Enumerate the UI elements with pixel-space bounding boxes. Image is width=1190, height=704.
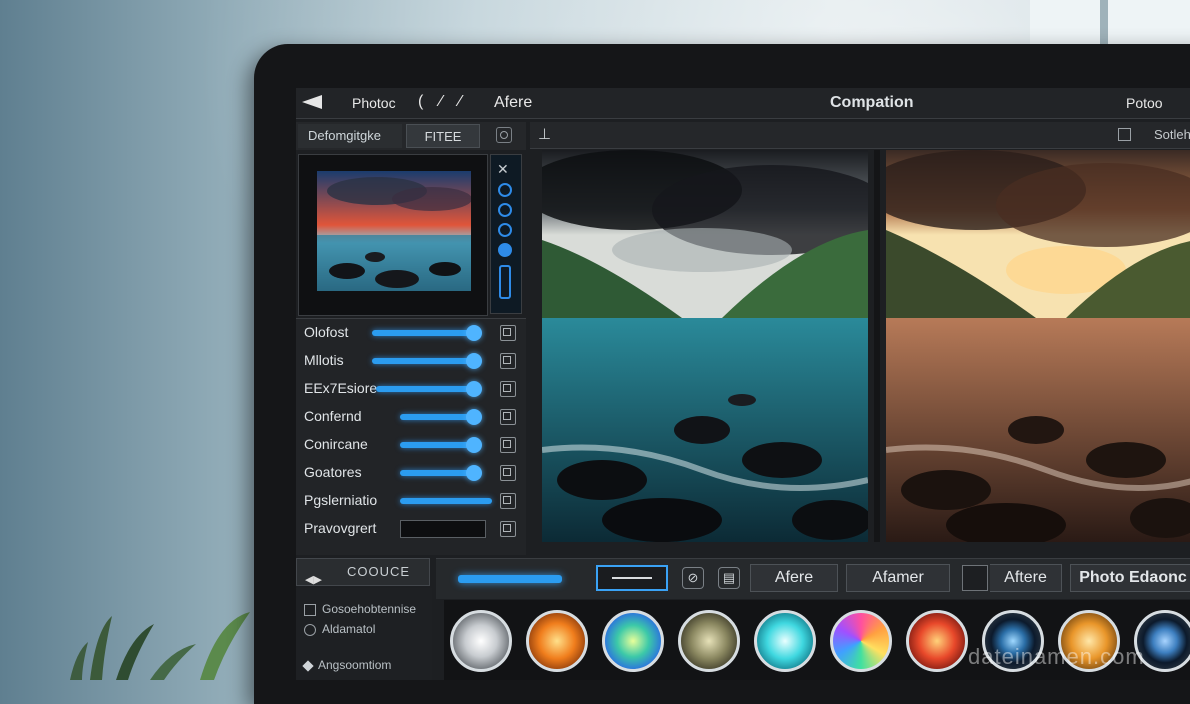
adjustment-options-icon[interactable]: [500, 381, 516, 397]
adjustment-options-icon[interactable]: [500, 521, 516, 537]
circle-tool-icon[interactable]: [498, 203, 512, 217]
top-menu-bar: Photoc ( ⁄ ⁄ Afere Compation Potoo: [296, 88, 1190, 119]
canvas-header: ⊥ Sotleh: [530, 122, 1190, 149]
menu-right[interactable]: Potoo: [1126, 95, 1163, 111]
vertical-slider-icon[interactable]: [499, 265, 511, 299]
preview-thumbnail: [317, 171, 471, 291]
adjustment-slider-track[interactable]: [372, 330, 474, 336]
settings-icon[interactable]: [496, 127, 512, 143]
info-icon: [304, 623, 316, 636]
pin-icon[interactable]: ⊥: [538, 125, 551, 143]
adjustment-row: Mllotis: [296, 347, 526, 375]
circle-tool-icon[interactable]: [498, 183, 512, 197]
adjustment-options-icon[interactable]: [500, 353, 516, 369]
vertical-tool-strip: ✕: [490, 154, 522, 314]
plant-leaves: [70, 612, 250, 680]
menu-tools-icons[interactable]: ( ⁄ ⁄: [418, 93, 468, 111]
adjustment-label: Pgslerniatio: [304, 492, 378, 508]
afamer-button[interactable]: Afamer: [846, 564, 950, 592]
adjustment-slider-knob[interactable]: [466, 409, 482, 425]
brush-icon: [302, 660, 314, 672]
shield-icon: [304, 603, 316, 616]
canvas-header-label[interactable]: Sotleh: [1154, 127, 1190, 142]
adjustment-slider-track[interactable]: [400, 498, 492, 504]
checkbox[interactable]: [1118, 128, 1131, 141]
before-image: [542, 150, 868, 542]
list-item-label: Aldamatol: [322, 622, 376, 636]
toolbar-checkbox[interactable]: [962, 565, 988, 591]
adjustment-row: EEx7Esiore: [296, 375, 526, 403]
adjustments-panel: Olofost Mllotis EEx7Esiore Confernd Coni…: [296, 318, 526, 555]
adjustment-input-field[interactable]: [400, 520, 486, 538]
adjustment-row: Olofost: [296, 319, 526, 347]
adjustment-options-icon[interactable]: [500, 437, 516, 453]
adjustment-label: EEx7Esiore: [304, 380, 378, 396]
window-title: Compation: [830, 94, 914, 111]
adjustment-row: Pgslerniatio: [296, 487, 526, 515]
adjustment-slider-track[interactable]: [376, 386, 474, 392]
tab-filter[interactable]: FITEE: [406, 124, 480, 148]
adjustment-slider-knob[interactable]: [466, 465, 482, 481]
bottom-toolbar: ⊘ ▤ Afere Afamer Aftere Photo Edaonc: [436, 558, 1190, 599]
adjustment-slider-track[interactable]: [372, 358, 474, 364]
adjustment-label: Confernd: [304, 408, 362, 424]
list-item[interactable]: Angsoomtiom: [302, 658, 392, 672]
menu-after[interactable]: Afere: [494, 94, 532, 112]
back-arrow-icon[interactable]: [302, 95, 322, 109]
photo-editor-app: Photoc ( ⁄ ⁄ Afere Compation Potoo Defom…: [296, 88, 1190, 680]
adjustment-options-icon[interactable]: [500, 493, 516, 509]
adjustment-label: Olofost: [304, 324, 349, 340]
adjustment-options-icon[interactable]: [500, 409, 516, 425]
adjustment-slider-track[interactable]: [400, 470, 474, 476]
navigator-preview: [298, 154, 488, 316]
adjustment-label: Goatores: [304, 464, 362, 480]
adjustment-slider-knob[interactable]: [466, 353, 482, 369]
aftere-button[interactable]: Aftere: [990, 564, 1062, 592]
crossed-tool-icon[interactable]: ✕: [497, 161, 509, 178]
adjustment-row: Goatores: [296, 459, 526, 487]
preset-swatch[interactable]: [526, 610, 588, 672]
menu-photo[interactable]: Photoc: [352, 95, 396, 111]
preset-swatch[interactable]: [678, 610, 740, 672]
adjustment-slider-knob[interactable]: [466, 437, 482, 453]
adjustment-options-icon[interactable]: [500, 325, 516, 341]
adjustment-slider-track[interactable]: [400, 442, 474, 448]
adjustment-label: Pravovgrert: [304, 520, 377, 536]
adjustment-slider-knob[interactable]: [466, 325, 482, 341]
adjustment-row: Pravovgrert: [296, 515, 526, 543]
split-divider[interactable]: [874, 150, 880, 542]
list-item[interactable]: Gosoehobtennise: [304, 602, 416, 616]
layers-icon[interactable]: ▤: [718, 567, 740, 589]
active-tool-icon[interactable]: [498, 243, 512, 257]
preset-swatch[interactable]: [450, 610, 512, 672]
circle-tool-icon[interactable]: [498, 223, 512, 237]
collapse-button-label: COOUCE: [347, 564, 411, 579]
after-image: [886, 150, 1190, 542]
no-sign-icon[interactable]: ⊘: [682, 567, 704, 589]
toolbar-slider[interactable]: [458, 575, 562, 583]
preset-swatch[interactable]: [906, 610, 968, 672]
watermark-text: dateinamen.com: [968, 644, 1145, 669]
list-item-label: Gosoehobtennise: [322, 602, 417, 616]
list-item-label: Angsoomtiom: [318, 658, 392, 672]
adjustment-row: Conircane: [296, 431, 526, 459]
adjustment-label: Mllotis: [304, 352, 344, 368]
left-bottom-list: Gosoehobtennise Aldamatol Angsoomtiom: [296, 588, 432, 680]
preset-swatch[interactable]: [754, 610, 816, 672]
photo-editor-button[interactable]: Photo Edaonc: [1070, 564, 1190, 592]
left-panel-tabs: Defomgitgke FITEE: [296, 122, 526, 150]
adjustment-options-icon[interactable]: [500, 465, 516, 481]
collapse-button[interactable]: ◀▶ COOUCE: [296, 558, 430, 586]
tab-default[interactable]: Defomgitgke: [298, 124, 402, 148]
preset-swatch[interactable]: [830, 610, 892, 672]
list-item[interactable]: Aldamatol: [304, 622, 375, 636]
adjustment-slider-knob[interactable]: [466, 381, 482, 397]
window-frame: [1030, 0, 1190, 45]
toolbar-line-select[interactable]: [596, 565, 668, 591]
after-button[interactable]: Afere: [750, 564, 838, 592]
adjustment-slider-track[interactable]: [400, 414, 474, 420]
adjustment-row: Confernd: [296, 403, 526, 431]
adjustment-label: Conircane: [304, 436, 368, 452]
preset-swatch[interactable]: [602, 610, 664, 672]
